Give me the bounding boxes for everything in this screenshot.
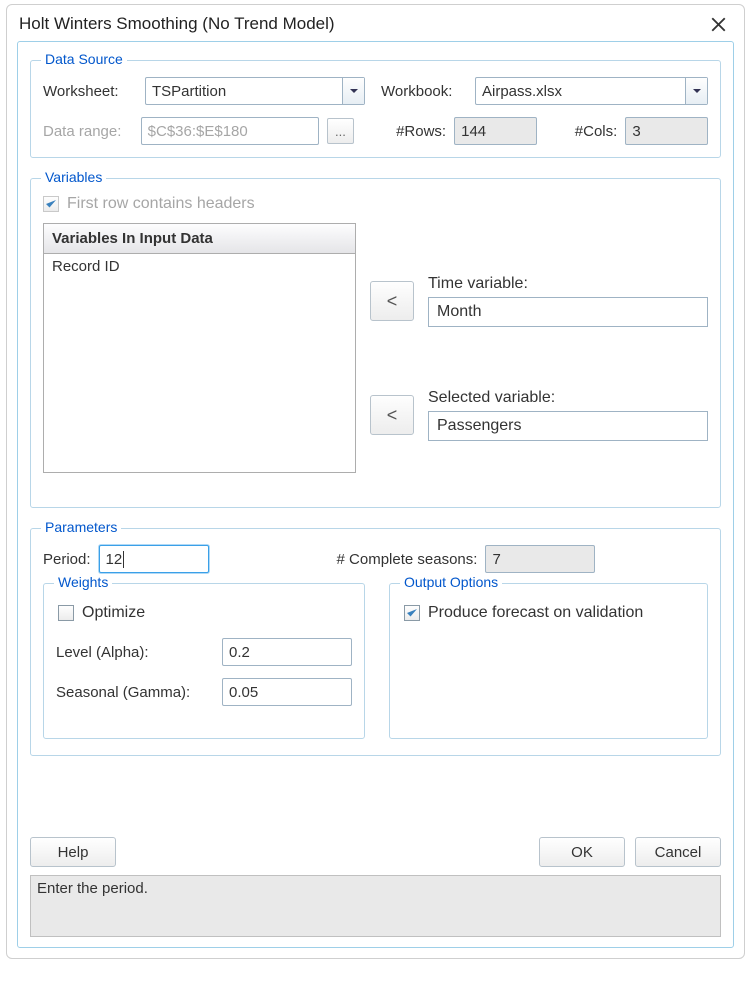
data-range-browse-button[interactable]: ...	[327, 118, 354, 144]
help-button[interactable]: Help	[30, 837, 116, 867]
alpha-value: 0.2	[229, 644, 250, 661]
footer: Help OK Cancel Enter the period.	[30, 809, 721, 937]
dialog-title: Holt Winters Smoothing (No Trend Model)	[19, 14, 335, 34]
chevron-down-icon	[349, 86, 359, 96]
optimize-label: Optimize	[82, 604, 145, 622]
period-value: 12	[106, 551, 123, 568]
time-var-field[interactable]: Month	[428, 297, 708, 327]
list-item[interactable]: Record ID	[44, 254, 355, 279]
data-range-label: Data range:	[43, 123, 133, 140]
rows-field: 144	[454, 117, 537, 145]
data-range-value: $C$36:$E$180	[148, 123, 248, 140]
workbook-value: Airpass.xlsx	[482, 83, 685, 100]
first-row-headers-label: First row contains headers	[67, 195, 255, 213]
first-row-headers-checkbox: First row contains headers	[43, 195, 255, 213]
ellipsis-icon: ...	[335, 124, 346, 139]
ok-button[interactable]: OK	[539, 837, 625, 867]
chevron-down-icon	[692, 86, 702, 96]
group-title-output: Output Options	[400, 574, 502, 590]
group-title-weights: Weights	[54, 574, 112, 590]
checkbox-box	[43, 196, 59, 212]
workbook-label: Workbook:	[381, 83, 467, 100]
group-title-parameters: Parameters	[41, 519, 121, 535]
rows-value: 144	[461, 123, 486, 140]
dialog-window: Holt Winters Smoothing (No Trend Model) …	[6, 4, 745, 959]
status-text: Enter the period.	[37, 880, 148, 897]
checkmark-icon	[45, 198, 57, 210]
worksheet-select[interactable]: TSPartition	[145, 77, 365, 105]
selected-var-value: Passengers	[437, 417, 522, 435]
time-var-label: Time variable:	[428, 275, 708, 293]
forecast-label: Produce forecast on validation	[428, 604, 643, 622]
checkmark-icon	[406, 607, 418, 619]
arrow-left-icon: <	[387, 405, 398, 426]
seasons-field: 7	[485, 545, 595, 573]
group-title-variables: Variables	[41, 169, 106, 185]
worksheet-value: TSPartition	[152, 83, 342, 100]
selected-var-label: Selected variable:	[428, 389, 708, 407]
dropdown-button[interactable]	[342, 78, 364, 104]
status-bar: Enter the period.	[30, 875, 721, 937]
gamma-label: Seasonal (Gamma):	[56, 684, 214, 701]
time-var-value: Month	[437, 303, 481, 321]
cancel-label: Cancel	[655, 844, 702, 861]
group-parameters: Parameters Period: 12 # Complete seasons…	[30, 528, 721, 756]
input-vars-header: Variables In Input Data	[44, 224, 355, 254]
titlebar: Holt Winters Smoothing (No Trend Model)	[7, 5, 744, 39]
cancel-button[interactable]: Cancel	[635, 837, 721, 867]
seasons-label: # Complete seasons:	[337, 551, 478, 568]
rows-label: #Rows:	[396, 123, 446, 140]
close-button[interactable]	[704, 10, 732, 38]
period-label: Period:	[43, 551, 91, 568]
selected-var-field[interactable]: Passengers	[428, 411, 708, 441]
move-selected-var-button[interactable]: <	[370, 395, 414, 435]
seasons-value: 7	[492, 551, 500, 568]
dialog-body: Data Source Worksheet: TSPartition Workb…	[17, 41, 734, 948]
period-input[interactable]: 12	[99, 545, 209, 573]
cols-field: 3	[625, 117, 708, 145]
group-variables: Variables First row contains headers Var…	[30, 178, 721, 508]
text-caret	[123, 551, 124, 568]
group-title-data-source: Data Source	[41, 51, 127, 67]
cols-value: 3	[632, 123, 640, 140]
cols-label: #Cols:	[575, 123, 618, 140]
gamma-input[interactable]: 0.05	[222, 678, 352, 706]
ok-label: OK	[571, 844, 593, 861]
group-weights: Weights Optimize Level (Alpha): 0.2 Seas…	[43, 583, 365, 739]
group-output-options: Output Options Produce forecast on valid…	[389, 583, 708, 739]
checkbox-box	[58, 605, 74, 621]
workbook-select[interactable]: Airpass.xlsx	[475, 77, 708, 105]
group-data-source: Data Source Worksheet: TSPartition Workb…	[30, 60, 721, 158]
arrow-left-icon: <	[387, 291, 398, 312]
gamma-value: 0.05	[229, 684, 258, 701]
optimize-checkbox[interactable]: Optimize	[58, 604, 145, 622]
alpha-input[interactable]: 0.2	[222, 638, 352, 666]
alpha-label: Level (Alpha):	[56, 644, 214, 661]
checkbox-box	[404, 605, 420, 621]
worksheet-label: Worksheet:	[43, 83, 137, 100]
dropdown-button[interactable]	[685, 78, 707, 104]
close-icon	[711, 17, 726, 32]
forecast-checkbox[interactable]: Produce forecast on validation	[404, 604, 643, 622]
move-time-var-button[interactable]: <	[370, 281, 414, 321]
data-range-field[interactable]: $C$36:$E$180	[141, 117, 319, 145]
input-vars-list[interactable]: Variables In Input Data Record ID	[43, 223, 356, 473]
help-label: Help	[58, 844, 89, 861]
